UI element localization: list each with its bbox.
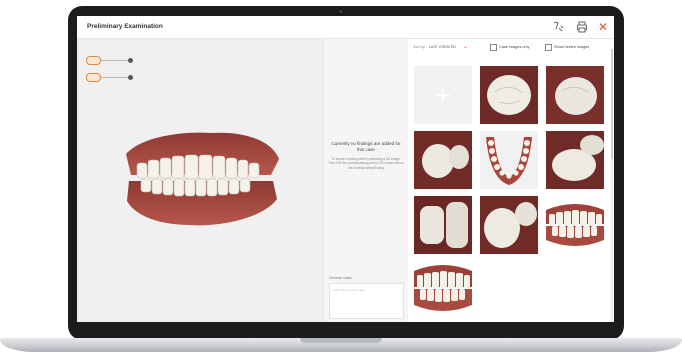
opacity-slider-handle[interactable] <box>128 58 133 63</box>
opacity-slider-track[interactable] <box>101 60 131 61</box>
close-icon[interactable]: ✕ <box>596 20 610 34</box>
tooth-settings-icon[interactable] <box>551 20 565 34</box>
no-findings-title: Currently no findings are added for this… <box>331 141 401 152</box>
findings-panel: Currently no findings are added for this… <box>323 39 409 322</box>
notes-placeholder: Click here to add a note <box>333 288 365 292</box>
case-images-label: Case Images only <box>499 45 530 49</box>
image-thumbnail[interactable] <box>546 196 604 254</box>
image-gallery: Sort by: LAST CREATED ⌄ Case Images only… <box>408 39 614 322</box>
hidden-images-label: Show hidden images <box>554 45 590 49</box>
title-bar: Preliminary Examination ✕ <box>77 16 614 39</box>
image-thumbnail[interactable] <box>480 66 538 124</box>
app-window: Preliminary Examination ✕ Currently no f… <box>77 16 614 322</box>
notes-label: General notes <box>329 276 352 280</box>
chevron-down-icon[interactable]: ⌄ <box>463 43 468 50</box>
image-thumbnail[interactable] <box>480 131 538 189</box>
no-findings-instructions: To create a finding start by selecting a… <box>328 157 404 170</box>
gallery-scrollbar-thumb[interactable] <box>611 49 613 159</box>
3d-viewer[interactable] <box>77 39 323 322</box>
sort-select[interactable]: LAST CREATED <box>429 45 456 49</box>
image-thumbnail[interactable] <box>546 131 604 189</box>
sort-label: Sort by: <box>413 45 426 49</box>
case-images-checkbox[interactable] <box>490 44 497 51</box>
image-thumbnail[interactable] <box>480 196 538 254</box>
hidden-images-checkbox[interactable] <box>545 44 552 51</box>
image-thumbnail[interactable] <box>414 196 472 254</box>
laptop-notch <box>300 338 382 343</box>
opacity-slider-track-2[interactable] <box>101 77 131 78</box>
image-thumbnail[interactable] <box>546 66 604 124</box>
camera <box>339 10 342 13</box>
notes-input[interactable]: Click here to add a note <box>329 283 404 319</box>
jaw-lower-toggle-icon[interactable] <box>86 73 101 82</box>
opacity-slider-handle-2[interactable] <box>128 75 133 80</box>
image-thumbnail[interactable] <box>414 131 472 189</box>
jaw-upper-toggle-icon[interactable] <box>86 56 101 65</box>
print-icon[interactable] <box>575 20 589 34</box>
add-image-tile[interactable]: + <box>414 66 472 124</box>
plus-icon: + <box>435 80 451 110</box>
dental-scan-model[interactable] <box>121 129 281 229</box>
image-thumbnail[interactable] <box>414 261 472 319</box>
page-title: Preliminary Examination <box>87 23 163 30</box>
